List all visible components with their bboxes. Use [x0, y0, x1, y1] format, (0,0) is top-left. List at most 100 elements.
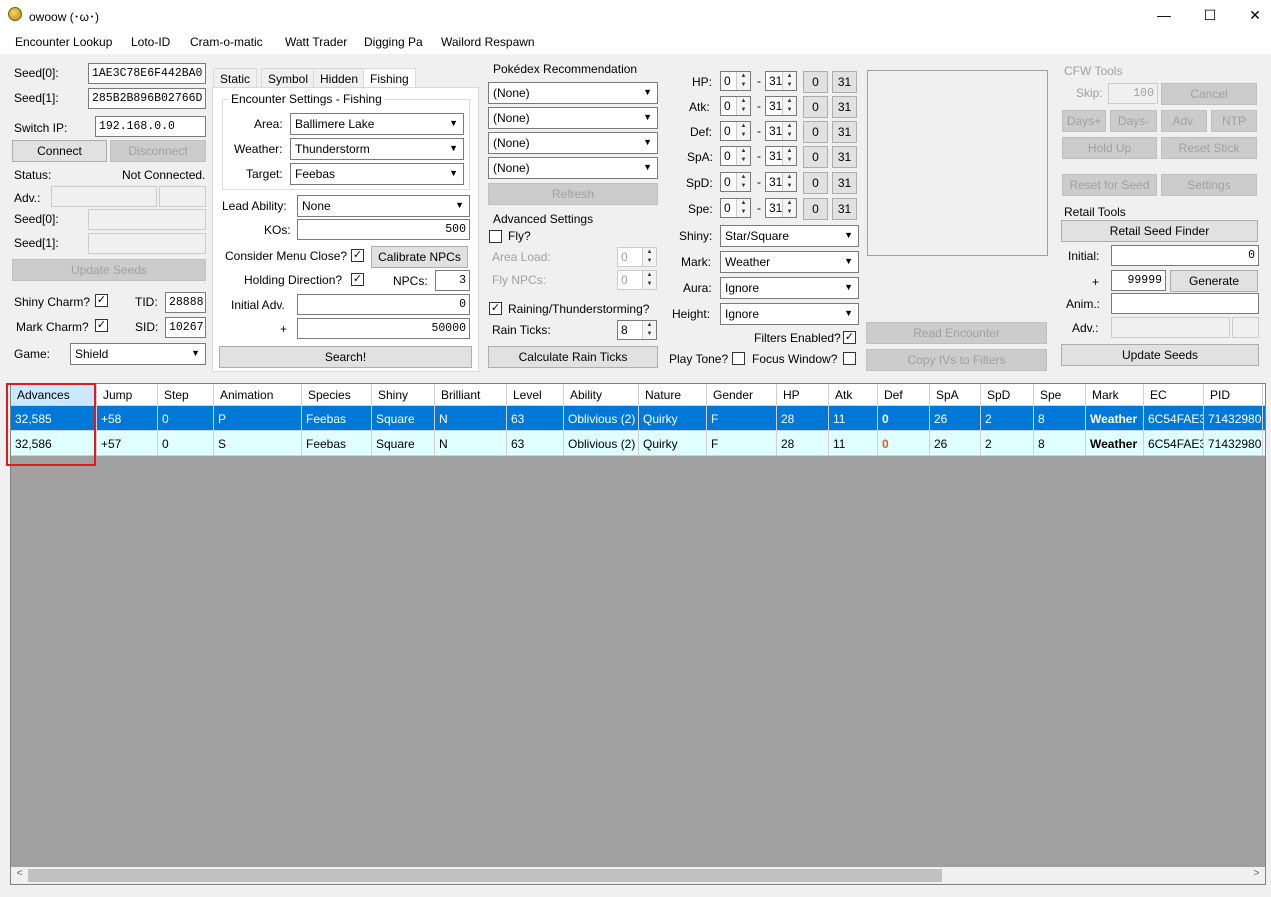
- spin-arrows-icon[interactable]: ▲ ▼: [782, 72, 796, 90]
- iv-max-input[interactable]: 31 ▲ ▼: [765, 96, 797, 116]
- raining-checkbox[interactable]: ✓: [489, 302, 502, 315]
- rain-ticks-input[interactable]: 8 ▲ ▼: [617, 320, 657, 340]
- connect-button[interactable]: Connect: [12, 140, 107, 162]
- iv-min-input[interactable]: 0 ▲ ▼: [720, 146, 751, 166]
- game-select[interactable]: Shield ▼: [70, 343, 206, 365]
- iv-set-31-button[interactable]: 31: [832, 121, 857, 143]
- table-row[interactable]: 32,586 +57 0 S Feebas Square N 63 Oblivious (2) Q…: [11, 431, 1265, 456]
- spin-arrows-icon[interactable]: ▲ ▼: [736, 199, 750, 217]
- pokedex-select-2[interactable]: (None) ▼: [488, 107, 658, 129]
- focus-window-checkbox[interactable]: [843, 352, 856, 365]
- iv-min-input[interactable]: 0 ▲ ▼: [720, 96, 751, 116]
- column-header-nature[interactable]: Nature: [639, 384, 707, 406]
- retail-plus-input[interactable]: 99999: [1111, 270, 1166, 291]
- spin-arrows-icon[interactable]: ▲ ▼: [782, 122, 796, 140]
- play-tone-checkbox[interactable]: [732, 352, 745, 365]
- column-header-species[interactable]: Species: [302, 384, 372, 406]
- fly-checkbox[interactable]: [489, 230, 502, 243]
- close-button[interactable]: ✕: [1232, 0, 1271, 30]
- iv-max-input[interactable]: 31 ▲ ▼: [765, 146, 797, 166]
- iv-set-31-button[interactable]: 31: [832, 146, 857, 168]
- days-plus-button[interactable]: Days+: [1062, 110, 1106, 132]
- skip-input[interactable]: 100: [1108, 83, 1158, 104]
- menu-digging-pa[interactable]: Digging Pa: [364, 35, 423, 49]
- iv-max-input[interactable]: 31 ▲ ▼: [765, 121, 797, 141]
- copy-ivs-button[interactable]: Copy IVs to Filters: [866, 349, 1047, 371]
- mark-filter-select[interactable]: Weather ▼: [720, 251, 859, 273]
- search-button[interactable]: Search!: [219, 346, 472, 368]
- anim-input[interactable]: [1111, 293, 1259, 314]
- iv-set-31-button[interactable]: 31: [832, 198, 857, 220]
- lead-ability-select[interactable]: None ▼: [297, 195, 470, 217]
- iv-set-0-button[interactable]: 0: [803, 71, 828, 93]
- column-header-level[interactable]: Level: [507, 384, 564, 406]
- pokedex-select-4[interactable]: (None) ▼: [488, 157, 658, 179]
- height-filter-select[interactable]: Ignore ▼: [720, 303, 859, 325]
- results-grid[interactable]: Advances Jump Step Animation Species Shiny Bri…: [10, 383, 1266, 885]
- column-header-atk[interactable]: Atk: [829, 384, 878, 406]
- cancel-button[interactable]: Cancel: [1161, 83, 1257, 105]
- mark-charm-checkbox[interactable]: ✓: [95, 319, 108, 332]
- area-select[interactable]: Ballimere Lake ▼: [290, 113, 464, 135]
- weather-select[interactable]: Thunderstorm ▼: [290, 138, 464, 160]
- menu-close-checkbox[interactable]: ✓: [351, 249, 364, 262]
- menu-watt-trader[interactable]: Watt Trader: [285, 35, 347, 49]
- column-header-brilliant[interactable]: Brilliant: [435, 384, 507, 406]
- spin-arrows-icon[interactable]: ▲ ▼: [642, 271, 656, 289]
- settings-button[interactable]: Settings: [1161, 174, 1257, 196]
- switch-ip-input[interactable]: 192.168.0.0: [95, 116, 206, 137]
- days-minus-button[interactable]: Days-: [1110, 110, 1157, 132]
- sid-input[interactable]: 10267: [165, 317, 206, 338]
- npcs-input[interactable]: 3: [435, 270, 470, 291]
- iv-set-0-button[interactable]: 0: [803, 96, 828, 118]
- column-header-shiny[interactable]: Shiny: [372, 384, 435, 406]
- spin-arrows-icon[interactable]: ▲ ▼: [736, 97, 750, 115]
- iv-set-31-button[interactable]: 31: [832, 172, 857, 194]
- menu-wailord-respawn[interactable]: Wailord Respawn: [441, 35, 535, 49]
- aura-filter-select[interactable]: Ignore ▼: [720, 277, 859, 299]
- reset-stick-button[interactable]: Reset Stick: [1161, 137, 1257, 159]
- shiny-filter-select[interactable]: Star/Square ▼: [720, 225, 859, 247]
- column-header-pid[interactable]: PID: [1204, 384, 1263, 406]
- retail-update-seeds-button[interactable]: Update Seeds: [1061, 344, 1259, 366]
- refresh-button[interactable]: Refresh: [488, 183, 658, 205]
- seed1-input[interactable]: 285B2B896B02766D: [88, 88, 206, 109]
- column-header-spa[interactable]: SpA: [930, 384, 981, 406]
- column-header-spe[interactable]: Spe: [1034, 384, 1086, 406]
- retail-seed-finder-button[interactable]: Retail Seed Finder: [1061, 220, 1258, 242]
- target-select[interactable]: Feebas ▼: [290, 163, 464, 185]
- pokedex-select-3[interactable]: (None) ▼: [488, 132, 658, 154]
- iv-set-0-button[interactable]: 0: [803, 121, 828, 143]
- hold-up-button[interactable]: Hold Up: [1062, 137, 1157, 159]
- column-header-spd[interactable]: SpD: [981, 384, 1034, 406]
- read-encounter-button[interactable]: Read Encounter: [866, 322, 1047, 344]
- disconnect-button[interactable]: Disconnect: [110, 140, 206, 162]
- column-header-step[interactable]: Step: [158, 384, 214, 406]
- column-header-def[interactable]: Def: [878, 384, 930, 406]
- spin-arrows-icon[interactable]: ▲ ▼: [736, 122, 750, 140]
- initial-adv-input[interactable]: 0: [297, 294, 470, 315]
- iv-max-input[interactable]: 31 ▲ ▼: [765, 198, 797, 218]
- spin-arrows-icon[interactable]: ▲ ▼: [736, 72, 750, 90]
- column-header-ability[interactable]: Ability: [564, 384, 639, 406]
- tab-hidden[interactable]: Hidden: [313, 68, 366, 88]
- iv-min-input[interactable]: 0 ▲ ▼: [720, 198, 751, 218]
- spin-arrows-icon[interactable]: ▲ ▼: [642, 248, 656, 266]
- generate-button[interactable]: Generate: [1170, 270, 1258, 292]
- menu-loto-id[interactable]: Loto-ID: [131, 35, 170, 49]
- tid-input[interactable]: 28888: [165, 292, 206, 313]
- iv-min-input[interactable]: 0 ▲ ▼: [720, 121, 751, 141]
- table-row[interactable]: 32,585 +58 0 P Feebas Square N 63 Oblivious (2) Q…: [11, 406, 1265, 431]
- spin-arrows-icon[interactable]: ▲ ▼: [736, 147, 750, 165]
- tab-static[interactable]: Static: [213, 68, 258, 88]
- iv-set-31-button[interactable]: 31: [832, 71, 857, 93]
- max-adv-input[interactable]: 50000: [297, 318, 470, 339]
- update-seeds-button[interactable]: Update Seeds: [12, 259, 206, 281]
- holding-direction-checkbox[interactable]: ✓: [351, 273, 364, 286]
- spin-arrows-icon[interactable]: ▲ ▼: [782, 173, 796, 191]
- maximize-button[interactable]: ☐: [1187, 0, 1233, 30]
- scrollbar-thumb[interactable]: [28, 869, 942, 882]
- iv-max-input[interactable]: 31 ▲ ▼: [765, 172, 797, 192]
- column-header-gender[interactable]: Gender: [707, 384, 777, 406]
- calibrate-npcs-button[interactable]: Calibrate NPCs: [371, 246, 468, 268]
